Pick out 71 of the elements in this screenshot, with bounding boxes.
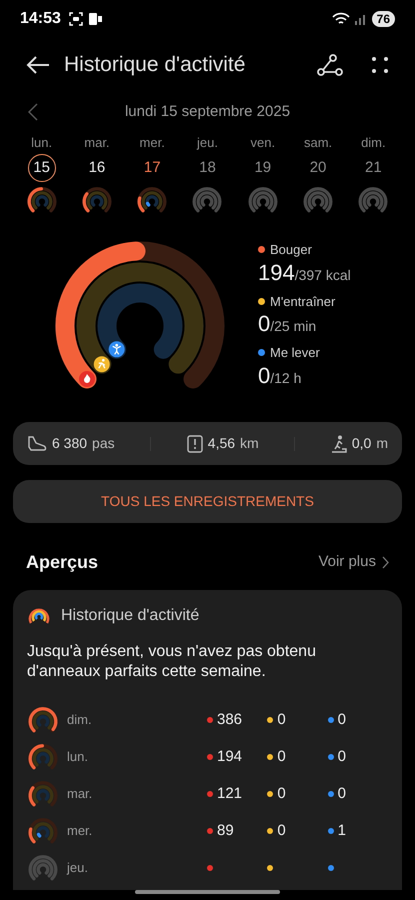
- section-title: Aperçus: [26, 551, 98, 574]
- goal-label: M'entraîner: [270, 292, 336, 310]
- share-icon: [317, 54, 343, 76]
- wifi-icon: [332, 12, 350, 26]
- ring-value: 0: [277, 784, 286, 804]
- records-button[interactable]: TOUS LES ENREGISTREMENTS: [13, 480, 402, 523]
- ring-value: 89: [217, 820, 234, 841]
- weekday-label: ven.: [250, 134, 276, 151]
- day-button[interactable]: 21: [359, 154, 388, 182]
- see-more-link[interactable]: Voir plus: [318, 551, 389, 574]
- day-button[interactable]: 20: [304, 154, 332, 182]
- ring-value: 194: [217, 746, 242, 767]
- ring-value: 0: [277, 710, 286, 730]
- ring-value: 0: [277, 746, 286, 767]
- more-button[interactable]: [371, 56, 389, 74]
- stat-value: 0,0: [352, 434, 372, 453]
- day-label: lun.: [67, 748, 89, 766]
- back-button[interactable]: [26, 55, 50, 75]
- ring-value: 0: [338, 746, 346, 767]
- stat-unit: pas: [92, 434, 115, 453]
- share-button[interactable]: [317, 54, 343, 76]
- ring-value: 0: [277, 820, 286, 841]
- date-label: lundi 15 septembre 2025: [124, 102, 290, 122]
- weekday-label: sam.: [304, 134, 332, 151]
- page-title: Historique d'activité: [64, 52, 246, 78]
- signal-icon: [354, 13, 368, 25]
- goal-value: 194: [258, 260, 295, 286]
- goal-target: /25 min: [270, 317, 316, 336]
- day-button[interactable]: 18: [193, 154, 222, 182]
- goal-value: 0: [258, 311, 270, 337]
- stat-unit: km: [240, 434, 259, 453]
- ring-value: 0: [338, 710, 346, 730]
- road-icon: [186, 434, 203, 452]
- day-button[interactable]: 16: [82, 154, 111, 182]
- chevron-right-icon: [382, 556, 389, 569]
- day-button[interactable]: 17: [138, 154, 166, 182]
- day-label: dim.: [67, 711, 93, 730]
- back-icon: [26, 55, 50, 75]
- phone-icon: [86, 12, 103, 26]
- stat-unit: m: [376, 434, 388, 453]
- goal-target: /397 kcal: [294, 266, 351, 284]
- weekday-label: lun.: [31, 134, 52, 151]
- goal-label: Bouger: [270, 241, 312, 259]
- day-button[interactable]: 19: [248, 154, 277, 182]
- ring-value: 0: [338, 784, 346, 804]
- stat-value: 4,56: [208, 434, 236, 453]
- weekday-label: mer.: [140, 134, 165, 151]
- ring-value: 1: [338, 820, 346, 841]
- ring-value: 386: [217, 710, 242, 730]
- screenshot-icon: [68, 12, 83, 26]
- chevron-left-icon: [28, 103, 38, 121]
- day-label: mar.: [67, 785, 94, 804]
- weekday-label: mar.: [84, 134, 110, 151]
- shoe-icon: [27, 434, 47, 452]
- more-icon: [371, 56, 389, 74]
- goal-target: /12 h: [270, 368, 302, 388]
- goal-label: Me lever: [270, 344, 320, 362]
- weekday-label: dim.: [361, 134, 386, 151]
- previous-button[interactable]: [28, 103, 38, 121]
- stat-value: 6 380: [52, 434, 88, 453]
- battery-level: 76: [372, 11, 395, 27]
- day-label: mer.: [67, 822, 94, 840]
- day-button[interactable]: 15: [28, 154, 56, 182]
- weekday-label: jeu.: [197, 134, 218, 151]
- card-message: Jusqu'à présent, vous n'avez pas obtenu d'anneaux parfaits cette semaine.: [27, 642, 317, 682]
- card-title: Historique d'activité: [61, 606, 200, 626]
- ring-value: 121: [217, 784, 242, 804]
- goal-value: 0: [258, 362, 270, 388]
- day-label: jeu.: [67, 859, 89, 878]
- status-time: 14:53: [20, 9, 61, 29]
- stair-climbing-icon: [330, 434, 347, 452]
